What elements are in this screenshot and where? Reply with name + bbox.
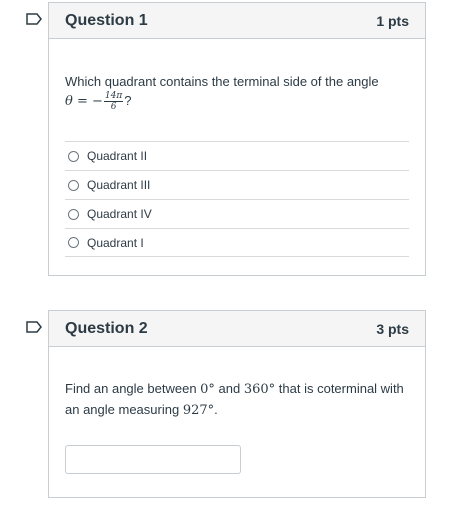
math-value: 0° xyxy=(200,382,215,397)
answer-label[interactable]: Quadrant I xyxy=(87,236,144,250)
answer-option[interactable]: Quadrant III xyxy=(65,170,409,199)
question-1-header: Question 1 1 pts xyxy=(49,3,425,39)
radio-button[interactable] xyxy=(68,179,79,191)
answer-option[interactable]: Quadrant I xyxy=(65,228,409,257)
answer-option[interactable]: Quadrant IV xyxy=(65,199,409,228)
answer-label[interactable]: Quadrant II xyxy=(87,149,147,163)
answer-input[interactable] xyxy=(65,445,241,474)
question-points: 1 pts xyxy=(376,12,409,29)
math-value: 360° xyxy=(243,382,276,397)
fraction-numerator: 14π xyxy=(103,91,124,102)
answer-option[interactable]: Quadrant II xyxy=(65,141,409,170)
radio-button[interactable] xyxy=(68,150,79,162)
math-value: 927° xyxy=(182,403,215,418)
radio-button[interactable] xyxy=(68,208,79,220)
fraction-denominator: 6 xyxy=(110,102,117,112)
question-2-card: Question 2 3 pts Find an angle between 0… xyxy=(48,310,426,498)
question-math: θ = −14π 6? xyxy=(65,91,405,112)
radio-button[interactable] xyxy=(68,237,79,248)
question-text-part: and xyxy=(214,381,244,396)
flag-question-icon[interactable] xyxy=(26,13,42,25)
question-title: Question 2 xyxy=(65,319,148,337)
answer-list: Quadrant II Quadrant III Quadrant IV Qua… xyxy=(65,141,409,257)
question-1-card: Question 1 1 pts Which quadrant contains… xyxy=(48,2,426,276)
question-text-part: . xyxy=(214,402,218,417)
question-text-part: Find an angle between xyxy=(65,381,201,396)
fraction: 14π 6 xyxy=(103,91,124,112)
answer-label[interactable]: Quadrant IV xyxy=(87,207,152,221)
flag-question-icon[interactable] xyxy=(26,321,42,333)
question-2-header: Question 2 3 pts xyxy=(49,311,425,347)
question-text: Find an angle between 0° and 360° that i… xyxy=(65,379,411,421)
question-points: 3 pts xyxy=(376,320,409,337)
question-text: Which quadrant contains the terminal sid… xyxy=(65,73,405,112)
math-expression: θ = − xyxy=(65,93,103,109)
question-text-line: Which quadrant contains the terminal sid… xyxy=(65,74,379,89)
question-mark: ? xyxy=(124,92,132,108)
answer-label[interactable]: Quadrant III xyxy=(87,178,150,192)
question-title: Question 1 xyxy=(65,11,148,29)
